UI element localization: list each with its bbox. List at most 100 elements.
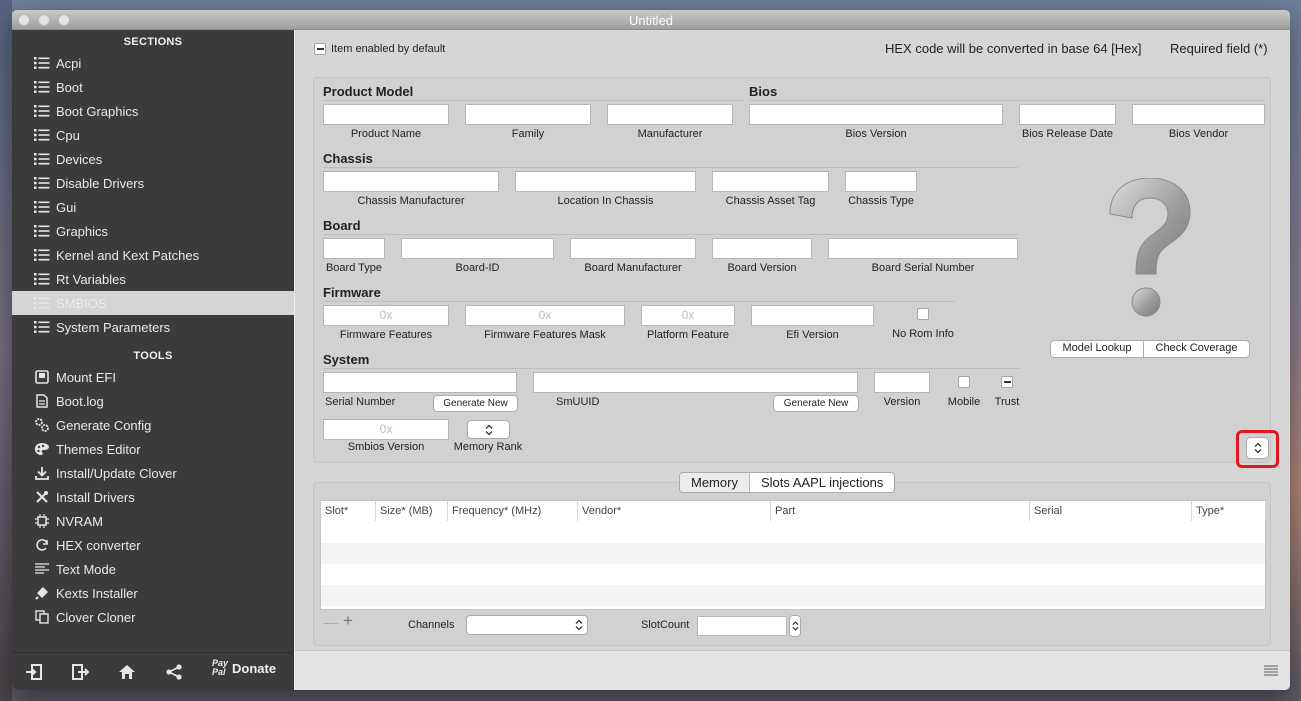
generate-serial-button[interactable]: Generate New (433, 395, 518, 412)
serial-number-field[interactable] (323, 372, 517, 393)
sidebar-item-label: System Parameters (56, 319, 171, 335)
table-row[interactable] (321, 585, 1265, 606)
sidebar-item-boot-log[interactable]: Boot.log (12, 389, 294, 413)
firmware-features-mask-field[interactable]: 0x (465, 305, 625, 326)
no-rom-info-checkbox[interactable] (917, 308, 929, 320)
menu-lines-icon[interactable] (1264, 665, 1278, 676)
bios-vendor-field[interactable] (1132, 104, 1265, 125)
manufacturer-field[interactable] (607, 104, 733, 125)
bios-version-field[interactable] (749, 104, 1003, 125)
updown-chevron-icon (1254, 442, 1261, 454)
sidebar-item-hex-converter[interactable]: HEX converter (12, 533, 294, 557)
system-title: System (323, 352, 370, 367)
question-mark-icon (1109, 178, 1191, 317)
sidebar-item-gui[interactable]: Gui (12, 195, 294, 219)
sidebar-item-boot[interactable]: Boot (12, 75, 294, 99)
donate-button[interactable]: Pay Pal Donate (212, 659, 276, 677)
column-header-frequency-mhz[interactable]: Frequency* (MHz) (448, 501, 578, 521)
check-coverage-button[interactable]: Check Coverage (1143, 340, 1250, 358)
smbios-version-field[interactable]: 0x (323, 419, 449, 440)
smuuid-field[interactable] (533, 372, 858, 393)
item-enabled-label: Item enabled by default (331, 43, 446, 55)
product-name-field[interactable] (323, 104, 449, 125)
sidebar-item-install-drivers[interactable]: Install Drivers (12, 485, 294, 509)
sidebar-item-label: Cpu (56, 127, 80, 143)
board-manufacturer-field[interactable] (570, 238, 696, 259)
firmware-features-field[interactable]: 0x (323, 305, 449, 326)
mobile-checkbox[interactable] (958, 376, 970, 388)
board-title: Board (323, 218, 361, 233)
home-icon[interactable] (117, 662, 137, 682)
column-header-size-mb[interactable]: Size* (MB) (376, 501, 448, 521)
model-lookup-button[interactable]: Model Lookup (1050, 340, 1144, 358)
updown-chevron-icon (791, 621, 799, 631)
column-header-part[interactable]: Part (771, 501, 1030, 521)
item-enabled-checkbox[interactable] (314, 43, 326, 55)
firmware-features-label: Firmware Features (339, 329, 433, 341)
sidebar-item-acpi[interactable]: Acpi (12, 51, 294, 75)
board-serial-number-field[interactable] (828, 238, 1018, 259)
tab-slots-aapl-injections[interactable]: Slots AAPL injections (750, 473, 894, 492)
tab-memory[interactable]: Memory (680, 473, 750, 492)
sidebar-item-cpu[interactable]: Cpu (12, 123, 294, 147)
trust-label: Trust (994, 396, 1020, 408)
add-row-button[interactable]: + (343, 611, 353, 631)
sidebar-item-label: Themes Editor (56, 441, 141, 457)
export-icon[interactable] (70, 662, 90, 682)
table-row[interactable] (321, 543, 1265, 564)
slotcount-field[interactable] (697, 616, 787, 636)
board-id-field[interactable] (401, 238, 554, 259)
sidebar-item-rt-variables[interactable]: Rt Variables (12, 267, 294, 291)
memory-rank-popup[interactable] (467, 420, 510, 439)
channels-popup[interactable] (466, 615, 588, 635)
location-in-chassis-field[interactable] (515, 171, 696, 192)
sidebar-item-mount-efi[interactable]: Mount EFI (12, 365, 294, 389)
table-row[interactable] (321, 522, 1265, 543)
sidebar-item-text-mode[interactable]: Text Mode (12, 557, 294, 581)
product-stepper-button[interactable] (1246, 437, 1269, 459)
slotcount-stepper[interactable] (789, 615, 801, 637)
bios-version-label: Bios Version (845, 128, 907, 140)
sidebar-item-kexts-installer[interactable]: Kexts Installer (12, 581, 294, 605)
generate-smuuid-button[interactable]: Generate New (773, 395, 859, 412)
table-row[interactable] (321, 564, 1265, 585)
sidebar-item-install-update-clover[interactable]: Install/Update Clover (12, 461, 294, 485)
remove-row-button[interactable]: — (324, 614, 338, 630)
chassis-manufacturer-field[interactable] (323, 171, 499, 192)
trust-checkbox[interactable] (1001, 376, 1013, 388)
board-type-field[interactable] (323, 238, 385, 259)
chassis-type-field[interactable] (845, 171, 917, 192)
chassis-asset-tag-label: Chassis Asset Tag (725, 195, 816, 207)
sidebar-item-disable-drivers[interactable]: Disable Drivers (12, 171, 294, 195)
column-header-type[interactable]: Type* (1192, 501, 1266, 521)
column-header-slot[interactable]: Slot* (321, 501, 376, 521)
sidebar-item-clover-cloner[interactable]: Clover Cloner (12, 605, 294, 629)
import-icon[interactable] (24, 662, 44, 682)
share-icon[interactable] (164, 662, 184, 682)
title-bar[interactable]: Untitled (12, 10, 1290, 30)
hex-note: HEX code will be converted in base 64 [H… (885, 41, 1142, 56)
sidebar-item-system-parameters[interactable]: System Parameters (12, 315, 294, 339)
family-field[interactable] (465, 104, 591, 125)
sidebar-item-smbios[interactable]: SMBIOS (12, 291, 294, 315)
platform-feature-field[interactable]: 0x (641, 305, 735, 326)
board-id-label: Board-ID (455, 262, 500, 274)
efi-version-field[interactable] (751, 305, 874, 326)
sidebar-item-kernel-and-kext-patches[interactable]: Kernel and Kext Patches (12, 243, 294, 267)
column-header-vendor[interactable]: Vendor* (578, 501, 771, 521)
bios-release-date-field[interactable] (1019, 104, 1116, 125)
firmware-title: Firmware (323, 285, 381, 300)
sidebar-item-themes-editor[interactable]: Themes Editor (12, 437, 294, 461)
sidebar-item-generate-config[interactable]: Generate Config (12, 413, 294, 437)
sidebar-item-graphics[interactable]: Graphics (12, 219, 294, 243)
sidebar-item-boot-graphics[interactable]: Boot Graphics (12, 99, 294, 123)
chassis-asset-tag-field[interactable] (712, 171, 829, 192)
memory-table[interactable]: Slot* Size* (MB) Frequency* (MHz) Vendor* Pa… (320, 500, 1266, 610)
sidebar-item-devices[interactable]: Devices (12, 147, 294, 171)
list-icon (34, 151, 50, 167)
bios-title: Bios (749, 84, 778, 99)
version-field[interactable] (874, 372, 930, 393)
sidebar-item-nvram[interactable]: NVRAM (12, 509, 294, 533)
column-header-serial[interactable]: Serial (1030, 501, 1192, 521)
board-version-field[interactable] (712, 238, 812, 259)
